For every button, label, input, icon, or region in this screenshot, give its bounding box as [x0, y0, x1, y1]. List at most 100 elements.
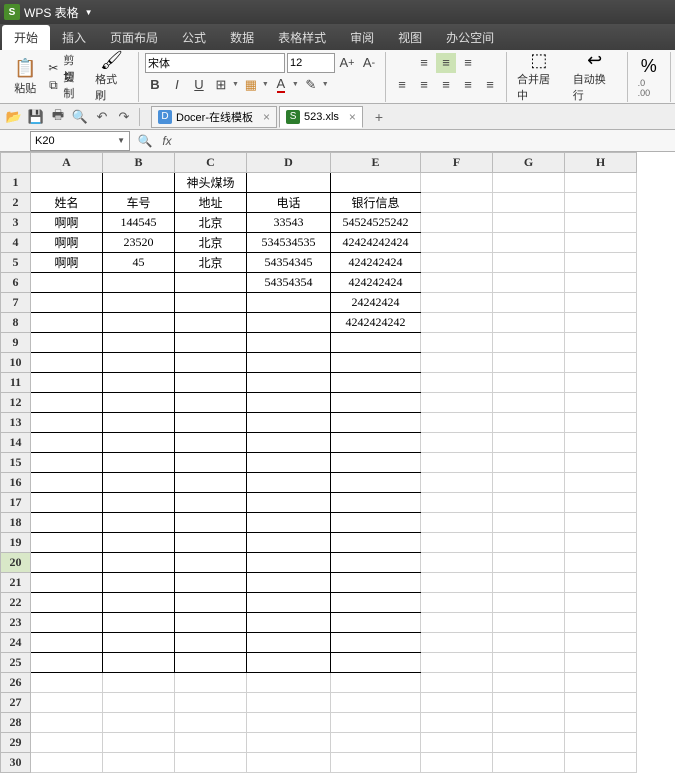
cell-C19[interactable] — [175, 533, 247, 553]
cell-A13[interactable] — [31, 413, 103, 433]
cell-B13[interactable] — [103, 413, 175, 433]
cell-G11[interactable] — [493, 373, 565, 393]
cell-B9[interactable] — [103, 333, 175, 353]
cell-G15[interactable] — [493, 453, 565, 473]
cell-F24[interactable] — [421, 633, 493, 653]
cell-C28[interactable] — [175, 713, 247, 733]
cell-G26[interactable] — [493, 673, 565, 693]
cell-C30[interactable] — [175, 753, 247, 773]
cell-A23[interactable] — [31, 613, 103, 633]
cell-F28[interactable] — [421, 713, 493, 733]
cell-G4[interactable] — [493, 233, 565, 253]
cell-B18[interactable] — [103, 513, 175, 533]
cell-G2[interactable] — [493, 193, 565, 213]
menu-table-style[interactable]: 表格样式 — [266, 25, 338, 50]
cell-D22[interactable] — [247, 593, 331, 613]
cell-A2[interactable]: 姓名 — [31, 193, 103, 213]
cell-F5[interactable] — [421, 253, 493, 273]
align-top-icon[interactable]: ≡ — [414, 53, 434, 73]
cell-G28[interactable] — [493, 713, 565, 733]
cell-H25[interactable] — [565, 653, 637, 673]
cell-D26[interactable] — [247, 673, 331, 693]
cell-D11[interactable] — [247, 373, 331, 393]
cell-C2[interactable]: 地址 — [175, 193, 247, 213]
cell-E12[interactable] — [331, 393, 421, 413]
print-icon[interactable]: 🖶 — [48, 107, 68, 127]
cell-H11[interactable] — [565, 373, 637, 393]
menu-office[interactable]: 办公空间 — [434, 25, 506, 50]
cell-F22[interactable] — [421, 593, 493, 613]
cell-F27[interactable] — [421, 693, 493, 713]
cell-A1[interactable] — [31, 173, 103, 193]
menu-review[interactable]: 审阅 — [338, 25, 386, 50]
cell-C18[interactable] — [175, 513, 247, 533]
cell-C24[interactable] — [175, 633, 247, 653]
col-head-C[interactable]: C — [175, 153, 247, 173]
cell-C10[interactable] — [175, 353, 247, 373]
cell-C16[interactable] — [175, 473, 247, 493]
cell-H5[interactable] — [565, 253, 637, 273]
cell-E13[interactable] — [331, 413, 421, 433]
cell-F13[interactable] — [421, 413, 493, 433]
cell-H23[interactable] — [565, 613, 637, 633]
cell-B19[interactable] — [103, 533, 175, 553]
cell-G5[interactable] — [493, 253, 565, 273]
cell-H20[interactable] — [565, 553, 637, 573]
cell-G8[interactable] — [493, 313, 565, 333]
cell-F2[interactable] — [421, 193, 493, 213]
cell-H4[interactable] — [565, 233, 637, 253]
cell-B29[interactable] — [103, 733, 175, 753]
cell-G25[interactable] — [493, 653, 565, 673]
cell-F19[interactable] — [421, 533, 493, 553]
chevron-down-icon[interactable]: ▼ — [117, 136, 125, 145]
cell-D9[interactable] — [247, 333, 331, 353]
cell-F18[interactable] — [421, 513, 493, 533]
cell-H21[interactable] — [565, 573, 637, 593]
cell-C23[interactable] — [175, 613, 247, 633]
row-head-7[interactable]: 7 — [1, 293, 31, 313]
cell-E21[interactable] — [331, 573, 421, 593]
cell-F16[interactable] — [421, 473, 493, 493]
cell-F14[interactable] — [421, 433, 493, 453]
cell-B14[interactable] — [103, 433, 175, 453]
merge-center-button[interactable]: ⬚ 合并居中 — [511, 54, 567, 100]
font-size-select[interactable] — [287, 53, 335, 73]
fill-color-button[interactable]: ▦ — [241, 75, 261, 95]
row-head-3[interactable]: 3 — [1, 213, 31, 233]
cell-D6[interactable]: 54354354 — [247, 273, 331, 293]
cell-A29[interactable] — [31, 733, 103, 753]
indent-decrease-icon[interactable]: ≡ — [458, 75, 478, 95]
cell-E25[interactable] — [331, 653, 421, 673]
cell-A14[interactable] — [31, 433, 103, 453]
cell-B30[interactable] — [103, 753, 175, 773]
cell-A6[interactable] — [31, 273, 103, 293]
cell-F29[interactable] — [421, 733, 493, 753]
cell-F7[interactable] — [421, 293, 493, 313]
print-preview-icon[interactable]: 🔍 — [70, 107, 90, 127]
cell-A27[interactable] — [31, 693, 103, 713]
paste-button[interactable]: 📋 粘贴 — [8, 54, 42, 100]
cell-F10[interactable] — [421, 353, 493, 373]
cell-C25[interactable] — [175, 653, 247, 673]
menu-data[interactable]: 数据 — [218, 25, 266, 50]
align-center-icon[interactable]: ≡ — [414, 75, 434, 95]
cell-E9[interactable] — [331, 333, 421, 353]
cell-G12[interactable] — [493, 393, 565, 413]
cell-F12[interactable] — [421, 393, 493, 413]
menu-start[interactable]: 开始 — [2, 25, 50, 50]
cell-C29[interactable] — [175, 733, 247, 753]
redo-icon[interactable]: ↷ — [114, 107, 134, 127]
cell-B5[interactable]: 45 — [103, 253, 175, 273]
cell-A20[interactable] — [31, 553, 103, 573]
cell-C11[interactable] — [175, 373, 247, 393]
cell-H9[interactable] — [565, 333, 637, 353]
decrease-font-icon[interactable]: A- — [359, 53, 379, 73]
col-head-D[interactable]: D — [247, 153, 331, 173]
fx-icon[interactable]: fx — [158, 132, 176, 150]
highlight-button[interactable]: ✎ — [301, 75, 321, 95]
font-color-button[interactable]: A — [271, 75, 291, 95]
undo-icon[interactable]: ↶ — [92, 107, 112, 127]
cell-B4[interactable]: 23520 — [103, 233, 175, 253]
cell-E28[interactable] — [331, 713, 421, 733]
cell-A18[interactable] — [31, 513, 103, 533]
